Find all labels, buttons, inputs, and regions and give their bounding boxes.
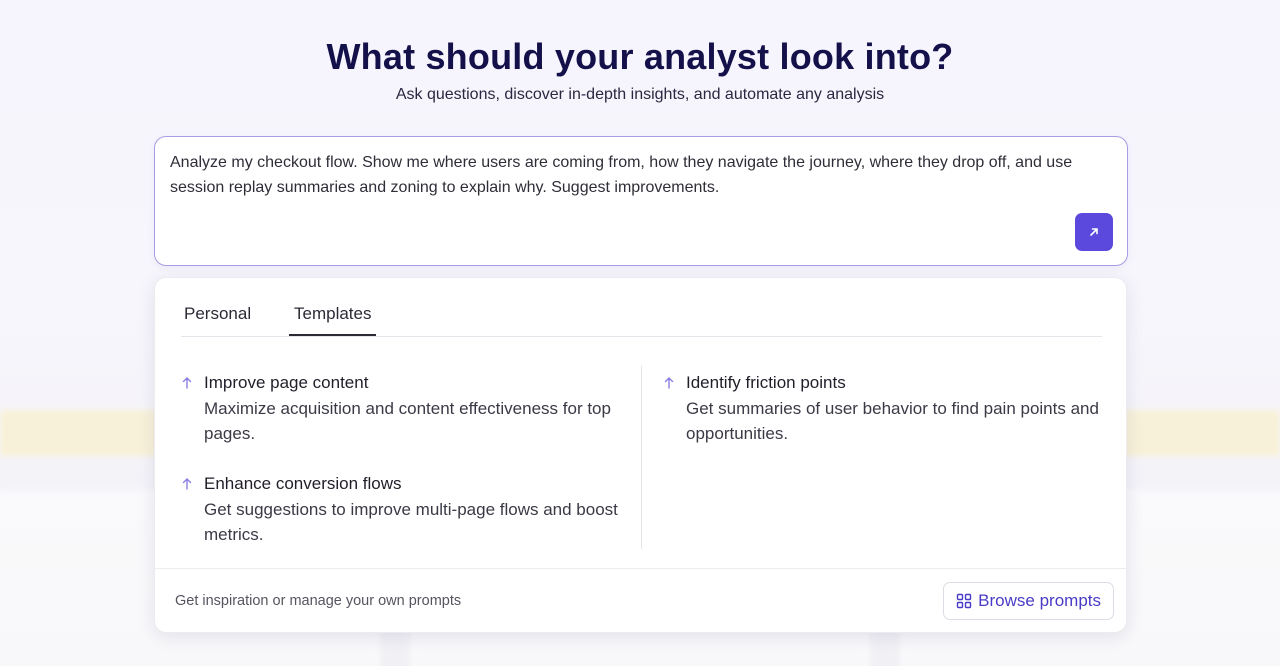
arrow-up-icon: [664, 377, 674, 389]
send-button[interactable]: [1075, 213, 1113, 251]
tab-templates[interactable]: Templates: [289, 304, 377, 336]
arrow-up-icon: [182, 478, 192, 490]
panel-footer: Get inspiration or manage your own promp…: [155, 568, 1126, 632]
page-subtitle: Ask questions, discover in-depth insight…: [395, 86, 885, 103]
template-title: Improve page content: [204, 373, 369, 392]
prompt-input[interactable]: Analyze my checkout flow. Show me where …: [154, 136, 1128, 266]
template-title: Identify friction points: [686, 373, 846, 392]
prompt-text[interactable]: Analyze my checkout flow. Show me where …: [170, 151, 1110, 200]
prompt-suggestions-panel: Personal Templates Improve page content …: [154, 277, 1127, 633]
arrow-up-right-icon: [1090, 228, 1098, 236]
grid-icon: [956, 593, 972, 609]
footer-hint: Get inspiration or manage your own promp…: [175, 593, 462, 609]
template-title: Enhance conversion flows: [204, 474, 402, 493]
tab-bar: Personal Templates: [181, 278, 1102, 337]
template-description: Get summaries of user behavior to find p…: [686, 399, 1099, 443]
arrow-up-icon: [182, 377, 192, 389]
template-description: Maximize acquisition and content effecti…: [204, 399, 611, 443]
browse-prompts-button[interactable]: Browse prompts: [943, 582, 1114, 620]
template-description: Get suggestions to improve multi-page fl…: [204, 500, 618, 544]
browse-prompts-label: Browse prompts: [978, 591, 1101, 610]
tab-personal[interactable]: Personal: [184, 304, 251, 334]
page-title: What should your analyst look into?: [326, 36, 954, 77]
column-divider: [641, 366, 642, 549]
